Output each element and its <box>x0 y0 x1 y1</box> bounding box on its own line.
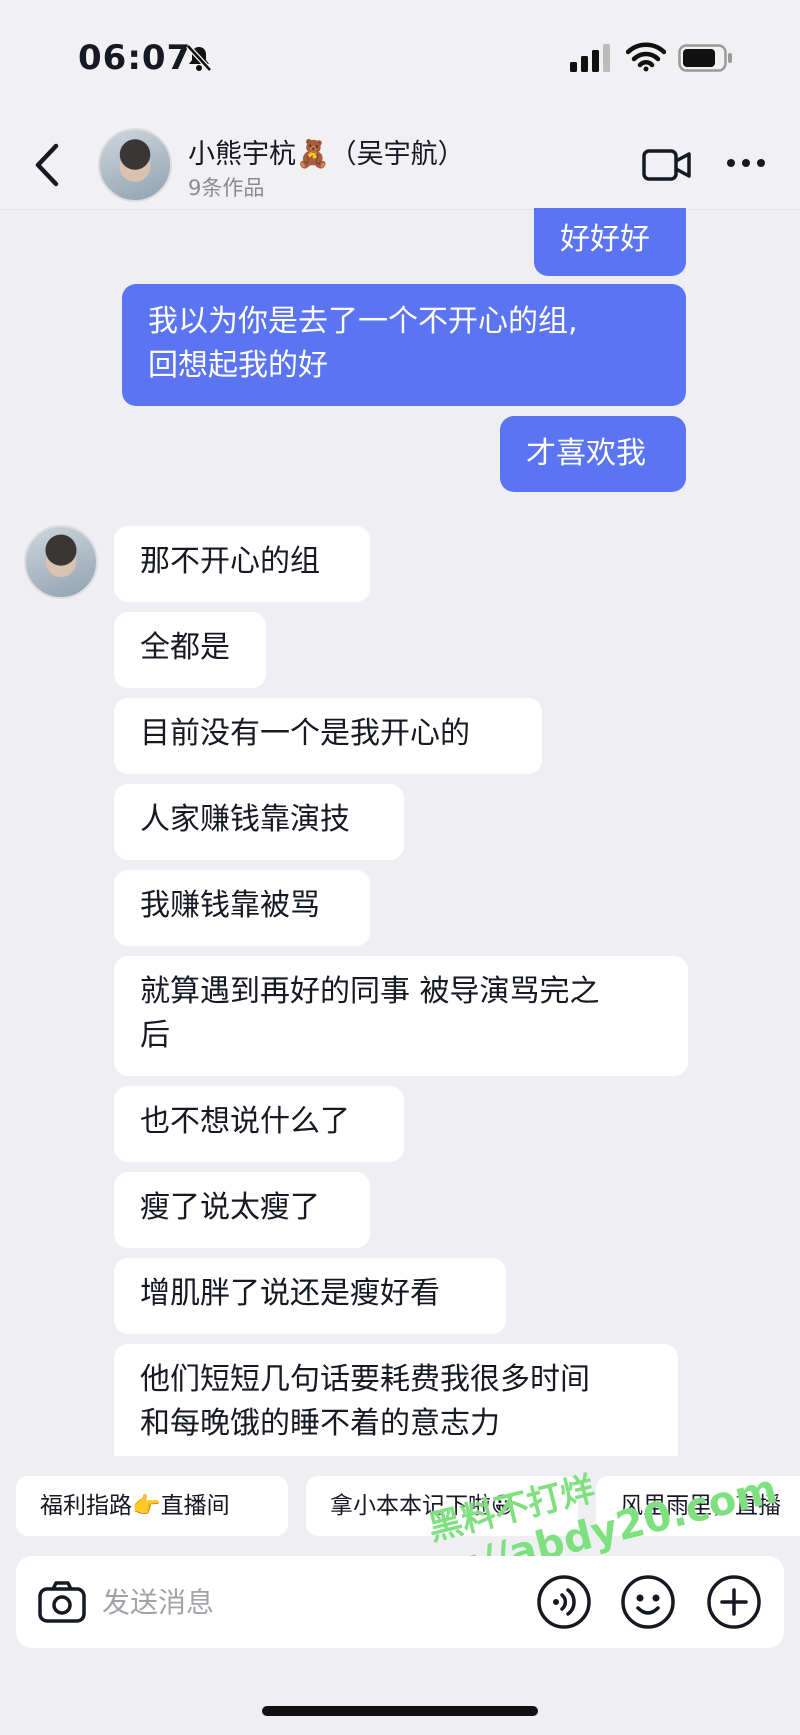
status-bar: 06:07 <box>0 0 800 120</box>
message-text: 我以为你是去了一个不开心的组, <box>148 304 578 339</box>
cellular-signal-icon <box>570 44 610 72</box>
message-bubble-incoming[interactable]: 我赚钱靠被骂 <box>114 870 370 946</box>
camera-icon[interactable] <box>36 1576 88 1628</box>
message-text: 才喜欢我 <box>526 436 646 471</box>
emoji-icon[interactable] <box>620 1574 676 1630</box>
message-text: 他们短短几句话要耗费我很多时间 <box>140 1362 590 1397</box>
message-bubble-incoming[interactable]: 瘦了说太瘦了 <box>114 1172 370 1248</box>
message-text: 和每晚饿的睡不着的意志力 <box>140 1406 500 1441</box>
message-bubble-outgoing[interactable]: 我以为你是去了一个不开心的组, 回想起我的好 <box>122 284 686 406</box>
message-text: 后 <box>140 1018 170 1053</box>
message-bubble-incoming[interactable]: 人家赚钱靠演技 <box>114 784 404 860</box>
message-text: 全都是 <box>140 630 230 665</box>
message-text: 回想起我的好 <box>148 348 328 383</box>
contact-name[interactable]: 小熊宇杭🧸（吴宇航） <box>188 132 465 171</box>
message-bubble-incoming[interactable]: 增肌胖了说还是瘦好看 <box>114 1258 506 1334</box>
contact-avatar[interactable] <box>98 128 172 202</box>
message-text: 我赚钱靠被骂 <box>140 888 320 923</box>
quick-reply-label: 福利指路👉直播间 <box>40 1493 230 1519</box>
contact-works-count[interactable]: 9条作品 <box>188 172 264 202</box>
home-indicator[interactable] <box>262 1706 538 1716</box>
message-text: 瘦了说太瘦了 <box>140 1190 320 1225</box>
more-icon[interactable] <box>726 156 766 170</box>
message-bubble-incoming[interactable]: 目前没有一个是我开心的 <box>114 698 542 774</box>
sender-avatar[interactable] <box>24 525 98 599</box>
plus-icon[interactable] <box>706 1574 762 1630</box>
message-bubble-outgoing[interactable]: 才喜欢我 <box>500 416 686 492</box>
back-arrow-icon[interactable] <box>30 140 64 190</box>
video-call-icon[interactable] <box>642 146 692 184</box>
message-bubble-incoming[interactable]: 他们短短几句话要耗费我很多时间 和每晚饿的睡不着的意志力 <box>114 1344 678 1456</box>
message-text: 好好好 <box>560 222 650 257</box>
message-bubble-incoming[interactable]: 也不想说什么了 <box>114 1086 404 1162</box>
message-text: 那不开心的组 <box>140 544 320 579</box>
status-time: 06:07 <box>78 38 192 78</box>
battery-icon <box>678 44 732 72</box>
message-input[interactable] <box>102 1578 482 1626</box>
message-text: 目前没有一个是我开心的 <box>140 716 470 751</box>
message-input-bar <box>16 1556 784 1648</box>
message-bubble-incoming[interactable]: 全都是 <box>114 612 266 688</box>
message-text: 增肌胖了说还是瘦好看 <box>140 1276 440 1311</box>
message-text: 就算遇到再好的同事 被导演骂完之 <box>140 974 600 1009</box>
bell-muted-icon <box>186 44 212 72</box>
wifi-icon <box>626 42 666 72</box>
quick-reply-chip[interactable]: 福利指路👉直播间 <box>16 1476 288 1536</box>
message-text: 也不想说什么了 <box>140 1104 350 1139</box>
message-bubble-incoming[interactable]: 就算遇到再好的同事 被导演骂完之 后 <box>114 956 688 1076</box>
message-bubble-incoming[interactable]: 那不开心的组 <box>114 526 370 602</box>
chat-header: 小熊宇杭🧸（吴宇航） 9条作品 <box>0 120 800 210</box>
message-bubble-outgoing[interactable]: 好好好 <box>534 208 686 276</box>
message-text: 人家赚钱靠演技 <box>140 802 350 837</box>
voice-icon[interactable] <box>536 1574 592 1630</box>
